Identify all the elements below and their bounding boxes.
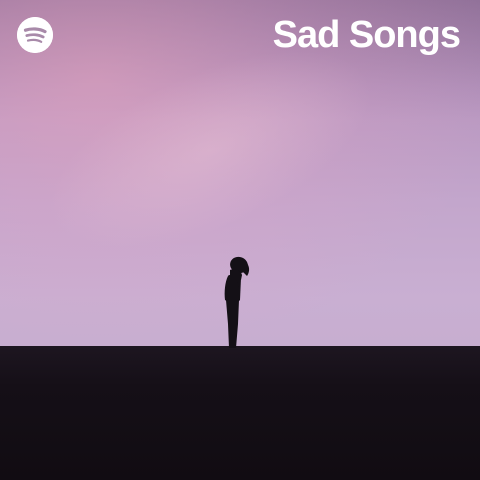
playlist-title: Sad Songs — [272, 14, 461, 56]
spotify-icon — [17, 17, 53, 53]
playlist-cover: Sad Songs — [0, 0, 480, 480]
horizon-ground — [0, 346, 480, 480]
person-silhouette — [224, 256, 250, 348]
